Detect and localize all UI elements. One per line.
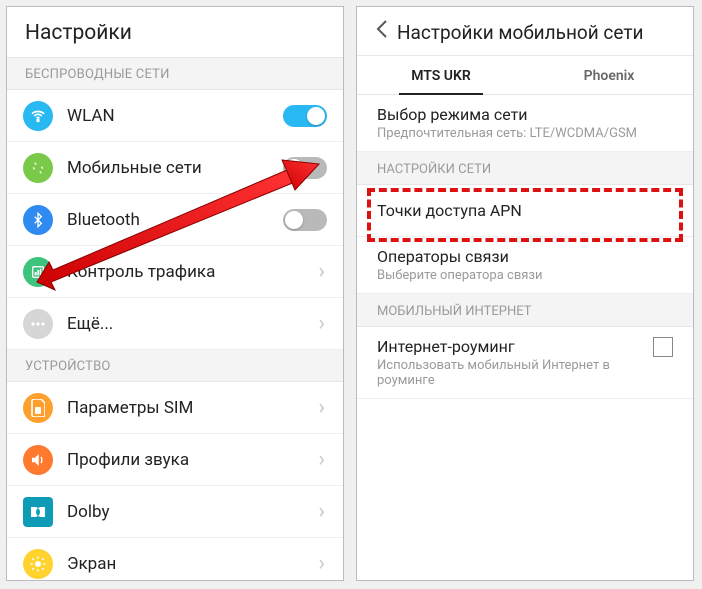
header-bar: Настройки мобильной сети [357,7,693,56]
row-subtitle: Предпочтительная сеть: LTE/WCDMA/GSM [377,126,673,141]
row-label: Ещё... [67,314,316,334]
wlan-toggle[interactable] [283,105,327,127]
chevron-right-icon: › [316,499,327,524]
tab-mts-ukr[interactable]: MTS UKR [357,56,525,94]
row-display[interactable]: Экран › [7,538,343,581]
section-mobile-internet: МОБИЛЬНЫЙ ИНТЕРНЕТ [357,294,693,327]
row-network-mode[interactable]: Выбор режима сети Предпочтительная сеть:… [357,95,693,152]
chevron-right-icon: › [316,311,327,336]
row-label: Dolby [67,502,316,522]
row-traffic[interactable]: Контроль трафика › [7,246,343,298]
roaming-checkbox[interactable] [653,337,673,357]
mobile-network-panel: Настройки мобильной сети MTS UKR Phoenix… [356,6,694,581]
display-icon [23,549,53,579]
sound-icon [23,445,53,475]
mobile-data-icon [23,153,53,183]
dolby-icon [23,497,53,527]
row-title: Точки доступа APN [377,201,673,220]
row-subtitle: Выберите оператора связи [377,268,673,283]
row-label: Экран [67,554,316,574]
chevron-right-icon: › [316,551,327,576]
row-title: Интернет-роуминг [377,337,643,356]
row-label: WLAN [67,106,283,126]
bluetooth-icon [23,205,53,235]
row-apn[interactable]: Точки доступа APN [357,185,693,237]
wifi-icon [23,101,53,131]
page-title: Настройки [7,7,343,58]
row-sound[interactable]: Профили звука › [7,434,343,486]
section-device: УСТРОЙСТВО [7,350,343,382]
settings-panel: Настройки БЕСПРОВОДНЫЕ СЕТИ WLAN Мобильн… [6,6,344,581]
row-roaming[interactable]: Интернет-роуминг Использовать мобильный … [357,327,693,399]
row-bluetooth[interactable]: Bluetooth [7,194,343,246]
row-title: Выбор режима сети [377,105,673,124]
back-button[interactable] [367,19,397,45]
traffic-icon [23,257,53,287]
row-operators[interactable]: Операторы связи Выберите оператора связи [357,237,693,294]
sim-tabs: MTS UKR Phoenix [357,56,693,95]
row-more[interactable]: Ещё... › [7,298,343,350]
row-wlan[interactable]: WLAN [7,90,343,142]
header-title: Настройки мобильной сети [397,21,643,44]
row-subtitle: Использовать мобильный Интернет в роумин… [377,358,643,388]
row-dolby[interactable]: Dolby › [7,486,343,538]
section-wireless: БЕСПРОВОДНЫЕ СЕТИ [7,58,343,90]
row-mobile-networks[interactable]: Мобильные сети [7,142,343,194]
tab-phoenix[interactable]: Phoenix [525,56,693,94]
row-label: Параметры SIM [67,398,316,418]
row-label: Контроль трафика [67,262,316,282]
row-label: Bluetooth [67,210,283,230]
bluetooth-toggle[interactable] [283,209,327,231]
chevron-right-icon: › [316,447,327,472]
sim-icon [23,393,53,423]
more-icon [23,309,53,339]
row-sim[interactable]: Параметры SIM › [7,382,343,434]
section-network-settings: НАСТРОЙКИ СЕТИ [357,152,693,185]
chevron-right-icon: › [316,259,327,284]
row-title: Операторы связи [377,247,673,266]
row-label: Профили звука [67,450,316,470]
row-label: Мобильные сети [67,158,283,178]
mobile-toggle[interactable] [283,157,327,179]
chevron-right-icon: › [316,395,327,420]
